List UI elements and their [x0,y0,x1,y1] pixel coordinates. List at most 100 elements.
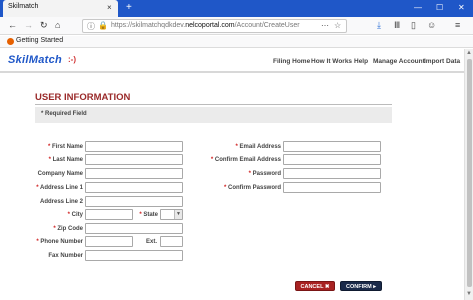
maximize-icon[interactable]: ☐ [436,3,443,12]
bookmark-getting-started[interactable]: Getting Started [16,37,63,44]
back-icon[interactable]: ← [8,20,17,30]
first-name-input[interactable] [85,141,183,152]
required-mark: * [210,157,214,163]
ext-label: Ext. [145,239,157,245]
phone-number-label: * Phone Number [36,239,83,245]
url-host: nelcoportal.com [185,22,235,29]
zip-code-input[interactable] [85,223,183,234]
home-icon[interactable]: ⌂ [55,20,60,30]
minimize-icon[interactable]: — [414,3,422,12]
address-line-1-input[interactable] [85,182,183,193]
required-mark: * [36,185,39,191]
reload-icon[interactable]: ↻ [40,20,48,31]
url-prefix: https://skilmatchqdkdev. [111,22,186,29]
confirm-password-label: * Confirm Password [224,185,281,191]
library-icon[interactable]: Ⅲ [394,20,400,31]
menu-import-data[interactable]: Import Data [424,58,460,65]
forward-icon[interactable]: → [24,20,33,30]
url-path: /Account/CreateUser [234,22,300,29]
state-label-text: State [143,212,158,218]
company-name-input[interactable] [85,168,183,179]
zip-code-label-text: Zip Code [57,226,83,232]
scroll-up-icon[interactable]: ▲ [466,50,472,56]
last-name-label: * Last Name [49,157,83,163]
ext-input[interactable] [160,236,183,247]
city-input[interactable] [85,209,133,220]
page-scrollbar[interactable]: ▲ ▼ [464,49,473,300]
state-label: * State [139,212,158,218]
password-label-text: Password [252,171,281,177]
menu-manage-account[interactable]: Manage Account [373,58,425,65]
scroll-thumb[interactable] [467,59,472,287]
bookmarks-bar: Getting Started [0,36,473,48]
company-name-label: Company Name [37,171,83,177]
phone-number-label-text: Phone Number [40,239,83,245]
required-mark: * [36,239,39,245]
required-field-note: * Required Field [35,107,392,123]
page-info-icon[interactable]: ⓘ [87,21,95,32]
firefox-icon [7,38,14,45]
email-address-label-text: Email Address [239,144,281,150]
required-mark: * [139,212,142,218]
zip-code-label: * Zip Code [53,226,83,232]
site-header: SkilMatch :-) Filing Home How It Works H… [0,49,464,71]
heading-divider [35,104,392,105]
lock-icon: 🔒 [98,21,108,30]
fax-number-input[interactable] [85,250,183,261]
confirm-password-label-text: Confirm Password [227,185,281,191]
required-mark: * [53,226,56,232]
email-address-label: * Email Address [236,144,281,150]
required-field-text: * Required Field [41,111,87,117]
confirm-email-label: * Confirm Email Address [211,157,281,163]
url-text: https://skilmatchqdkdev.nelcoportal.com/… [111,22,300,29]
last-name-input[interactable] [85,154,183,165]
chevron-down-icon[interactable]: ▼ [174,210,182,219]
required-mark: * [48,157,51,163]
menu-how-it-works[interactable]: How It Works [311,58,352,65]
scroll-down-icon[interactable]: ▼ [466,291,472,297]
tab-close-icon[interactable]: × [107,3,112,12]
url-bar[interactable]: ⓘ 🔒 https://skilmatchqdkdev.nelcoportal.… [82,19,347,33]
browser-tab[interactable]: Skilmatch × [3,0,118,17]
required-mark: * [67,212,70,218]
address-line-1-label-text: Address Line 1 [39,185,83,191]
account-icon[interactable]: ☺ [427,20,436,30]
email-address-input[interactable] [283,141,381,152]
address-line-2-input[interactable] [85,196,183,207]
bookmark-star-icon[interactable]: ☆ [334,21,341,30]
navigation-bar: ← → ↻ ⌂ ⓘ 🔒 https://skilmatchqdkdev.nelc… [0,17,473,35]
password-input[interactable] [283,168,381,179]
required-mark: * [235,144,238,150]
header-divider [0,71,464,73]
last-name-label-text: Last Name [52,157,83,163]
address-line-1-label: * Address Line 1 [36,185,83,191]
tab-title: Skilmatch [8,3,39,10]
menu-help[interactable]: Help [354,58,368,65]
confirm-button[interactable]: CONFIRM ▸ [340,281,382,291]
new-tab-icon[interactable]: + [126,2,132,13]
cancel-button[interactable]: CANCEL ✖ [295,281,335,291]
menu-icon[interactable]: ≡ [455,20,460,30]
required-mark: * [223,185,227,191]
required-mark: * [248,171,251,177]
password-label: * Password [249,171,281,177]
skilmatch-logo[interactable]: SkilMatch [8,54,62,66]
first-name-label: * First Name [48,144,83,150]
browser-tab-strip: Skilmatch × + — ☐ ✕ [0,0,473,17]
fax-number-label: Fax Number [48,253,83,259]
phone-number-input[interactable] [85,236,133,247]
confirm-password-input[interactable] [283,182,381,193]
confirm-email-input[interactable] [283,154,381,165]
first-name-label-text: First Name [51,144,83,150]
city-label: * City [68,212,83,218]
sidebar-icon[interactable]: ▯ [411,20,416,31]
state-select[interactable]: ▼ [160,209,183,220]
required-mark: * [47,144,51,150]
address-line-2-label: Address Line 2 [39,199,83,205]
page-title: USER INFORMATION [35,92,131,103]
download-icon[interactable]: ⤓ [377,20,381,31]
menu-filing-home[interactable]: Filing Home [273,58,310,65]
logo-smiley: :-) [68,55,76,64]
page-actions-icon[interactable]: ⋯ [321,21,329,30]
window-close-icon[interactable]: ✕ [458,3,465,12]
